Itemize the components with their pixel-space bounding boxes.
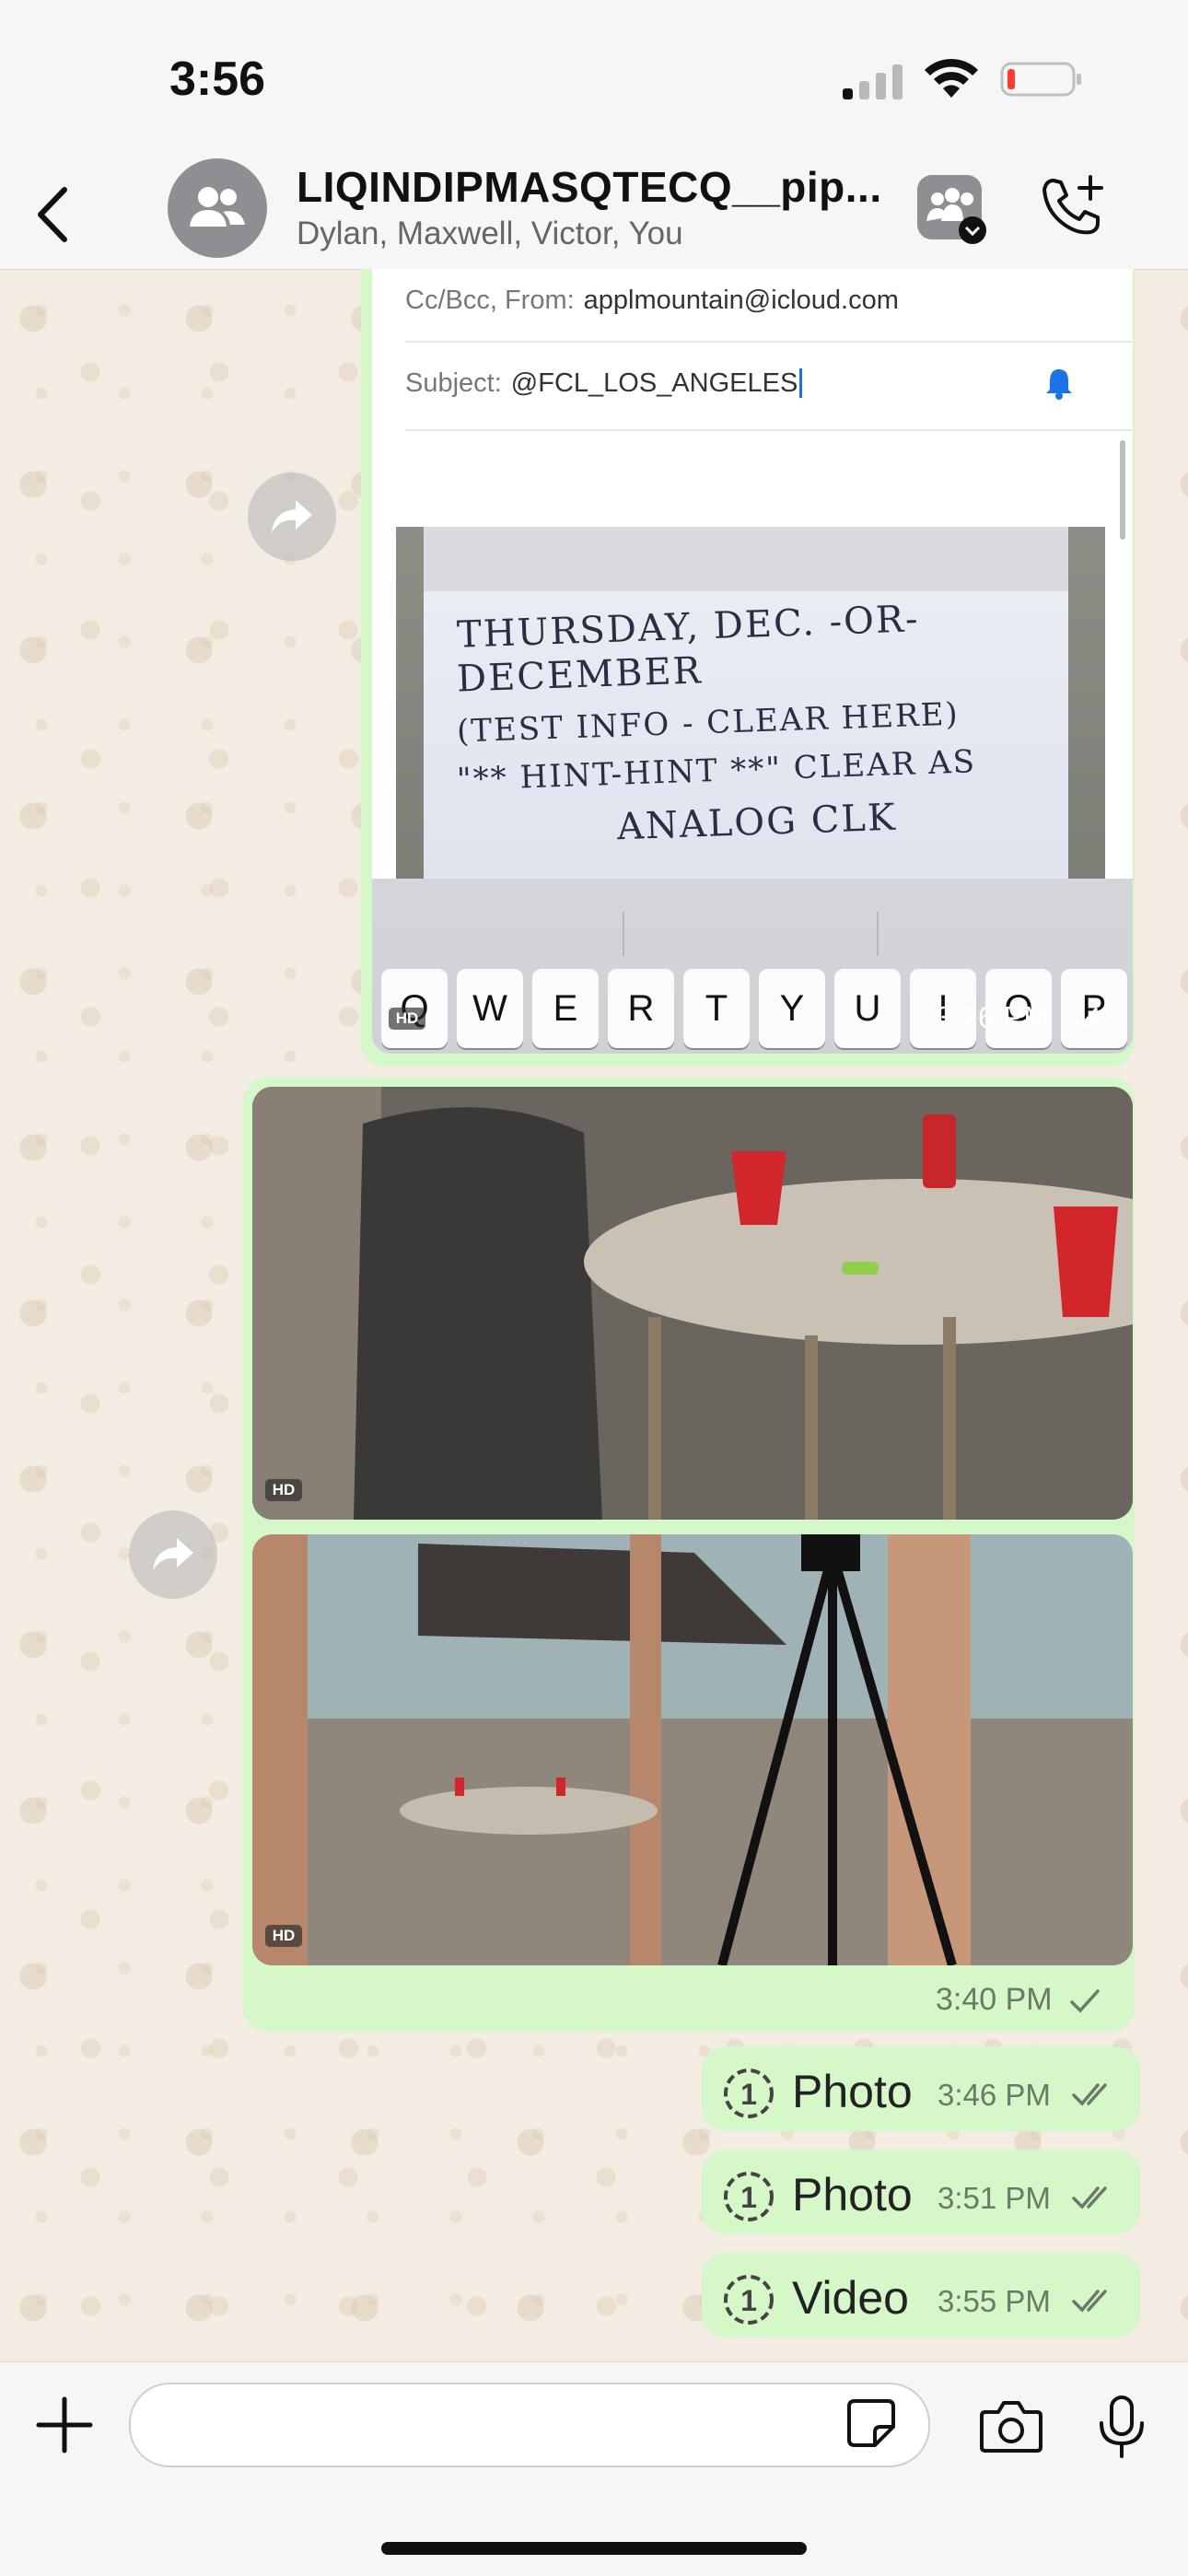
sticker-icon[interactable] [845, 2397, 897, 2449]
message-timestamp: 3:51 PM [938, 2181, 1051, 2215]
email-screenshot-image[interactable]: Cc/Bcc, From: applmountain@icloud.com Sub… [372, 269, 1133, 1054]
divider [623, 912, 624, 956]
chevron-left-icon[interactable] [29, 182, 76, 247]
hd-badge: HD [389, 1008, 425, 1030]
photo-content [252, 1087, 1133, 1520]
forward-button[interactable] [248, 472, 336, 561]
double-check-icon [1072, 1008, 1105, 1029]
key: U [834, 969, 901, 1048]
key: Y [759, 969, 825, 1048]
svg-text:1: 1 [740, 2181, 757, 2214]
note-line: DECEMBER [456, 649, 704, 701]
notepad-page: THURSDAY, DEC. -OR- DECEMBER (TEST INFO … [424, 591, 1068, 895]
patio-tripod-photo[interactable]: HD [252, 1534, 1133, 1965]
forward-button[interactable] [129, 1510, 217, 1599]
svg-text:1: 1 [740, 2284, 757, 2317]
key: R [608, 969, 674, 1048]
plus-icon[interactable] [35, 2395, 94, 2454]
double-check-icon [1072, 2083, 1107, 2106]
battery-icon [1000, 62, 1081, 97]
view-once-icon: 1 [724, 2172, 774, 2221]
add-call-icon[interactable] [1037, 171, 1107, 241]
handwritten-note-photo: THURSDAY, DEC. -OR- DECEMBER (TEST INFO … [396, 527, 1105, 895]
divider [877, 912, 879, 956]
group-avatar[interactable] [168, 158, 267, 258]
hd-badge: HD [265, 1925, 302, 1947]
photo-content [252, 1534, 1133, 1965]
mail-from-row: Cc/Bcc, From: applmountain@icloud.com [405, 286, 899, 315]
scroll-indicator [1120, 440, 1125, 540]
key: W [457, 969, 523, 1048]
key: T [683, 969, 750, 1048]
view-once-message[interactable]: 1 Photo 3:46 PM [702, 2046, 1140, 2131]
status-bar: 3:56 [0, 0, 1188, 157]
chat-title[interactable]: LIQINDIPMASQTECQ__pip... [297, 162, 882, 212]
hd-badge: HD [265, 1479, 302, 1501]
mail-subject-row: Subject: @FCL_LOS_ANGELES [405, 368, 803, 399]
microphone-icon[interactable] [1096, 2394, 1147, 2460]
signal-icon [843, 64, 903, 99]
community-icon[interactable] [915, 173, 989, 247]
wifi-icon [925, 58, 978, 98]
view-once-label: Video [792, 2272, 909, 2324]
divider [405, 341, 1133, 343]
status-time: 3:56 [169, 52, 266, 106]
message-timestamp: 3:46 PM [938, 2078, 1051, 2112]
double-check-icon [1072, 2186, 1107, 2209]
divider [405, 429, 1133, 431]
message-timestamp: 3:26 PM [936, 1000, 1049, 1034]
group-icon [190, 187, 245, 227]
view-once-icon: 1 [724, 2069, 774, 2118]
view-once-icon: 1 [724, 2275, 774, 2325]
view-once-message[interactable]: 1 Video 3:55 PM [702, 2253, 1140, 2337]
message-timestamp: 3:40 PM [936, 1982, 1053, 2017]
double-check-icon [1072, 2290, 1107, 2313]
view-once-message[interactable]: 1 Photo 3:51 PM [702, 2150, 1140, 2234]
single-check-icon [1070, 1989, 1100, 2013]
home-indicator[interactable] [381, 2542, 807, 2555]
view-once-label: Photo [792, 2066, 913, 2117]
svg-text:1: 1 [740, 2078, 757, 2111]
camera-icon[interactable] [978, 2397, 1044, 2454]
view-once-label: Photo [792, 2169, 913, 2220]
chat-members[interactable]: Dylan, Maxwell, Victor, You [297, 216, 683, 252]
key: E [532, 969, 599, 1048]
message-input[interactable] [129, 2383, 930, 2467]
forward-icon [153, 1538, 193, 1571]
notepad-binding [424, 527, 1068, 597]
forward-icon [272, 500, 312, 533]
bell-icon [1046, 369, 1072, 400]
patio-table-photo[interactable]: HD [252, 1087, 1133, 1520]
message-timestamp: 3:55 PM [938, 2284, 1051, 2318]
note-line: ANALOG CLK [616, 796, 898, 849]
